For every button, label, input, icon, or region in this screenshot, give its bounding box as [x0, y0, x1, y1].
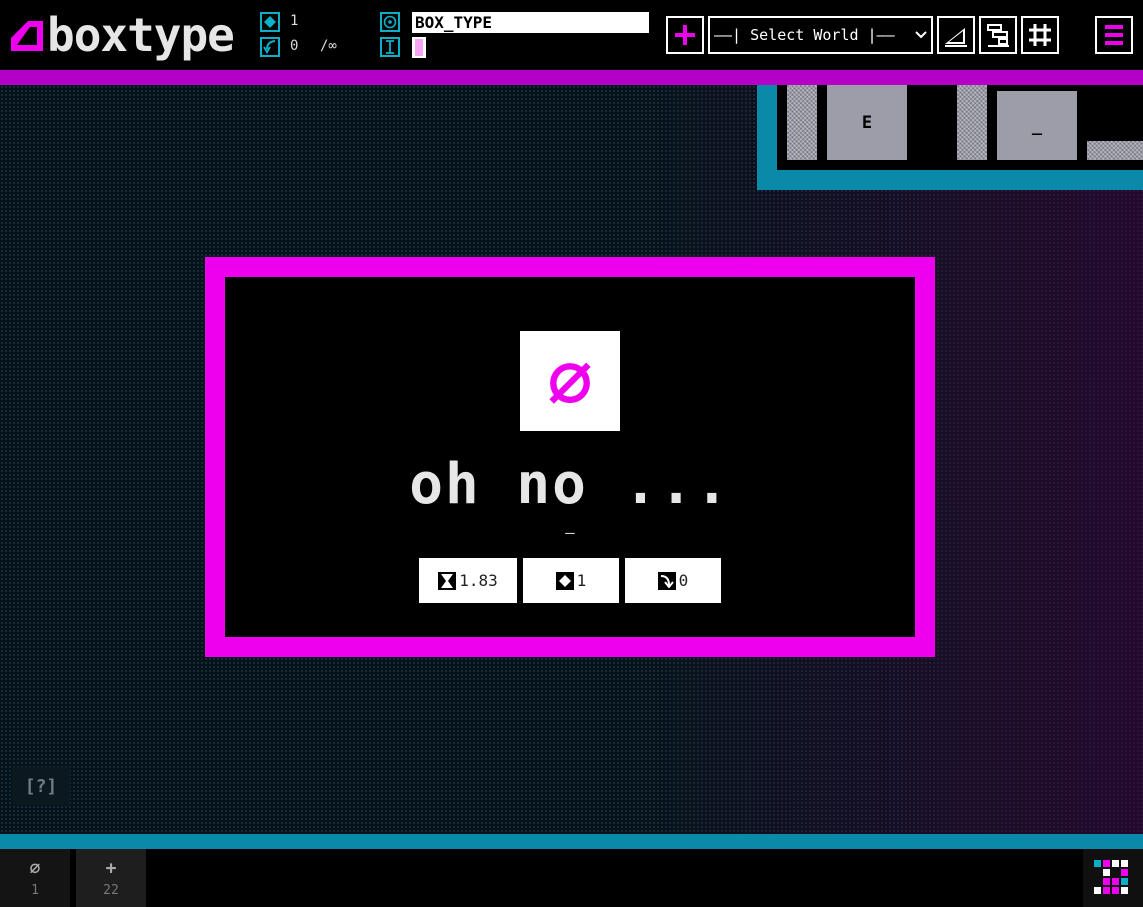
time-stat-value: 1.83	[459, 571, 498, 590]
logo-text: boxtype	[47, 8, 235, 62]
align-tool-button[interactable]	[979, 16, 1017, 54]
boxes-stat-value: 1	[576, 571, 587, 590]
header-divider	[0, 70, 1143, 85]
grid-icon	[1029, 24, 1051, 46]
footer-divider	[0, 834, 1143, 849]
moves-stat-value: 0	[678, 571, 689, 590]
moves-count: 0	[290, 38, 299, 54]
menu-icon	[1105, 25, 1123, 45]
letter-tile[interactable]: E	[827, 85, 907, 160]
boxes-count: 1	[290, 13, 299, 29]
app-logo[interactable]: boxtype	[8, 8, 235, 62]
dialog-title: oh no ...	[409, 452, 731, 517]
null-set-icon: ∅	[29, 857, 41, 879]
hourglass-icon	[438, 571, 457, 590]
footer-tab-null[interactable]: ∅ 1	[0, 849, 70, 907]
world-canvas[interactable]: E _ ∅ oh no ... — 1.83 1 0 [?]	[0, 85, 1143, 834]
wall-block	[787, 85, 817, 160]
help-button[interactable]: [?]	[12, 767, 70, 805]
text-input-field[interactable]	[412, 37, 426, 58]
return-arrow-icon	[657, 571, 676, 590]
game-over-dialog: ∅ oh no ... — 1.83 1 0	[205, 257, 935, 657]
plus-icon	[675, 25, 695, 45]
tile-label: _	[1031, 115, 1043, 136]
moves-limit: /∞	[320, 38, 337, 54]
wall-block	[957, 85, 987, 160]
boxes-stat-button[interactable]: 1	[523, 558, 619, 603]
world-select[interactable]: ——| Select World |——	[708, 16, 933, 54]
ramp-icon	[945, 28, 967, 47]
diamond-icon	[260, 12, 280, 32]
dialog-subtitle: —	[565, 523, 575, 542]
tab-count: 22	[103, 882, 119, 898]
ramp-tool-button[interactable]	[937, 16, 975, 54]
floor-block	[1087, 141, 1143, 160]
world-select-value: ——| Select World |——	[714, 26, 895, 44]
plus-icon: +	[105, 857, 117, 879]
null-set-icon: ∅	[520, 331, 620, 431]
footer-tab-add[interactable]: + 22	[76, 849, 146, 907]
grid-tool-button[interactable]	[1021, 16, 1059, 54]
world-name-input[interactable]	[412, 12, 649, 33]
tile-label: E	[861, 112, 873, 133]
menu-button[interactable]	[1095, 16, 1133, 54]
undo-arrow-icon	[260, 37, 280, 57]
align-icon	[987, 24, 1009, 47]
time-stat-button[interactable]: 1.83	[419, 558, 517, 603]
add-button[interactable]	[666, 16, 704, 54]
text-cursor-icon	[380, 37, 400, 57]
letter-tile[interactable]: _	[997, 91, 1077, 160]
minimap-grid-icon[interactable]	[1083, 849, 1143, 907]
bottom-bar: ∅ 1 + 22	[0, 849, 1143, 907]
diamond-icon	[555, 571, 574, 590]
logo-mark-icon	[11, 21, 43, 51]
chevron-down-icon	[915, 31, 927, 39]
top-toolbar: boxtype 1 0 /∞ ——| Select World |——	[0, 0, 1143, 70]
target-icon	[380, 12, 400, 32]
moves-stat-button[interactable]: 0	[625, 558, 721, 603]
tab-count: 1	[31, 882, 39, 898]
